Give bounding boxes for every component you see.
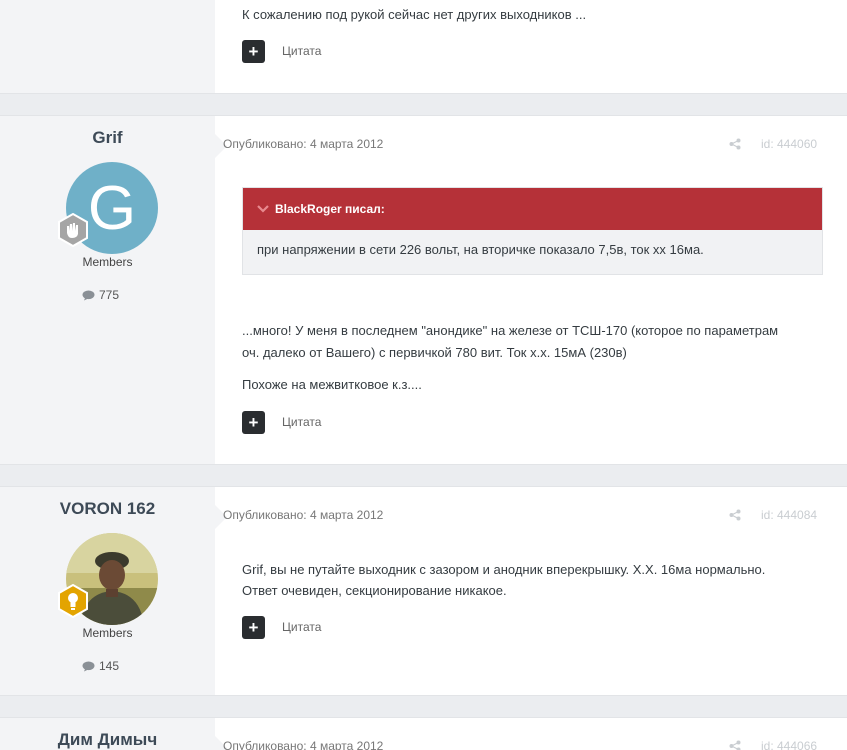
post-text-line: оч. далеко от Вашего) с первичкой 780 ви… bbox=[242, 345, 627, 360]
post-previous: К сожалению под рукой сейчас нет других … bbox=[0, 0, 847, 94]
post-count[interactable]: 145 bbox=[82, 659, 119, 673]
post-count-value: 775 bbox=[99, 288, 120, 302]
quote-header[interactable]: BlackRoger писал: bbox=[243, 188, 822, 230]
post-text-line: К сожалению под рукой сейчас нет других … bbox=[242, 7, 587, 22]
quote-link[interactable]: Цитата bbox=[282, 44, 321, 58]
post-text-line: ...много! У меня в последнем "анондике" … bbox=[242, 323, 779, 338]
post-id: id: 444060 bbox=[761, 137, 818, 151]
post-grif: Grif G Members 775 Опубликовано: 4 марта… bbox=[0, 115, 847, 465]
author-panel bbox=[0, 0, 215, 93]
quote-link[interactable]: Цитата bbox=[282, 620, 321, 634]
post-text-line: Похоже на межвитковое к.з.... bbox=[242, 377, 422, 392]
author-name[interactable]: Дим Димыч bbox=[0, 730, 215, 750]
member-group: Members bbox=[82, 255, 133, 269]
quote-text: при напряжении в сети 226 вольт, на втор… bbox=[257, 242, 704, 257]
post-date[interactable]: Опубликовано: 4 марта 2012 bbox=[223, 137, 383, 151]
chevron-down-icon bbox=[257, 205, 269, 213]
comment-icon bbox=[82, 290, 95, 300]
post-text-line: Grif, вы не путайте выходник с зазором и… bbox=[242, 562, 766, 577]
multiquote-button[interactable]: + bbox=[242, 40, 265, 63]
quote-author: BlackRoger писал: bbox=[275, 202, 385, 216]
share-icon[interactable] bbox=[729, 509, 741, 521]
post-count-value: 145 bbox=[99, 659, 120, 673]
quote-block: BlackRoger писал: при напряжении в сети … bbox=[242, 187, 823, 275]
post-voron: VORON 162 Members 145 Опубликовано: 4 ма… bbox=[0, 486, 847, 696]
author-name[interactable]: Grif bbox=[0, 128, 215, 148]
comment-icon bbox=[82, 661, 95, 671]
post-count[interactable]: 775 bbox=[82, 288, 119, 302]
quote-link[interactable]: Цитата bbox=[282, 415, 321, 429]
post-date[interactable]: Опубликовано: 4 марта 2012 bbox=[223, 508, 383, 522]
author-name[interactable]: VORON 162 bbox=[0, 499, 215, 519]
post-text-line: Ответ очевиден, секционирование никакое. bbox=[242, 583, 507, 598]
post-id: id: 444084 bbox=[761, 508, 818, 522]
multiquote-button[interactable]: + bbox=[242, 411, 265, 434]
rank-badge-icon bbox=[58, 213, 88, 247]
avatar-letter: G bbox=[87, 173, 137, 243]
post-date[interactable]: Опубликовано: 4 марта 2012 bbox=[223, 739, 383, 750]
post-dim-dimych: Дим Димыч Опубликовано: 4 марта 2012 id:… bbox=[0, 717, 847, 750]
post-id: id: 444066 bbox=[761, 739, 818, 750]
share-icon[interactable] bbox=[729, 740, 741, 750]
multiquote-button[interactable]: + bbox=[242, 616, 265, 639]
member-group: Members bbox=[82, 626, 133, 640]
rank-badge-icon bbox=[58, 584, 88, 618]
share-icon[interactable] bbox=[729, 138, 741, 150]
